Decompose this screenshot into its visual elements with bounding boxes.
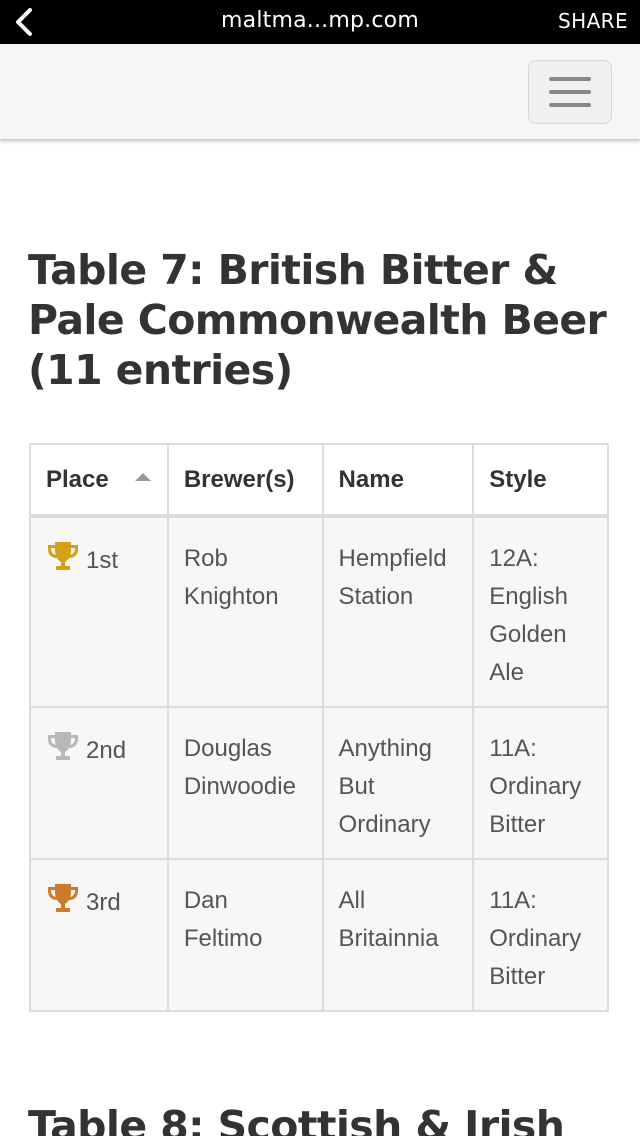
column-header-label: Name <box>338 465 404 493</box>
place-cell: 2nd <box>29 706 169 860</box>
table-header-row: Place Brewer(s) Name Style <box>29 443 609 518</box>
column-header-label: Brewer(s) <box>183 465 295 493</box>
section-title: Table 7: British Bitter & Pale Commonwea… <box>28 246 607 394</box>
column-header-place[interactable]: Place <box>29 443 169 518</box>
column-header-label: Place <box>46 465 109 493</box>
style-cell: 12A: English Golden Ale <box>472 515 609 708</box>
sort-ascending-icon <box>134 473 151 481</box>
trophy-shape <box>48 884 78 912</box>
browser-status-bar: maltma...mp.com SHARE <box>0 0 640 44</box>
column-header-name[interactable]: Name <box>321 443 475 518</box>
name-cell: Hempfield Station <box>321 515 475 708</box>
next-section-title: Table 8: Scottish & Irish <box>28 1102 565 1136</box>
place-cell: 1st <box>29 515 169 708</box>
site-navbar <box>0 44 640 140</box>
name-cell: All Britainnia <box>321 858 475 1012</box>
results-table: Place Brewer(s) Name Style 1st Rob Knigh… <box>29 443 609 1012</box>
brewer-cell: Douglas Dinwoodie <box>166 706 324 860</box>
column-header-brewer[interactable]: Brewer(s) <box>166 443 324 518</box>
column-header-style[interactable]: Style <box>472 443 609 518</box>
place-label: 1st <box>86 547 119 574</box>
column-header-label: Style <box>489 465 547 493</box>
table-row: 2nd Douglas Dinwoodie Anything But Ordin… <box>29 706 609 860</box>
share-button[interactable]: SHARE <box>558 9 628 33</box>
trophy-shape <box>48 542 78 570</box>
place-cell: 3rd <box>29 858 169 1012</box>
place-label: 3rd <box>86 889 121 916</box>
trophy-icon <box>48 884 78 912</box>
hamburger-menu-icon <box>549 90 591 94</box>
place-label: 2nd <box>86 737 127 764</box>
trophy-shape <box>48 732 78 760</box>
trophy-icon <box>48 732 78 760</box>
page-content: Table 7: British Bitter & Pale Commonwea… <box>0 141 640 1136</box>
table-row: 1st Rob Knighton Hempfield Station 12A: … <box>29 515 609 708</box>
menu-toggle-button[interactable] <box>528 60 612 124</box>
hamburger-menu-icon <box>549 77 591 81</box>
brewer-cell: Rob Knighton <box>166 515 324 708</box>
trophy-icon <box>48 542 78 570</box>
style-cell: 11A: Ordinary Bitter <box>472 858 609 1012</box>
table-row: 3rd Dan Feltimo All Britainnia 11A: Ordi… <box>29 858 609 1012</box>
name-cell: Anything But Ordinary <box>321 706 475 860</box>
browser-url[interactable]: maltma...mp.com <box>0 8 640 33</box>
hamburger-menu-icon <box>549 103 591 107</box>
style-cell: 11A: Ordinary Bitter <box>472 706 609 860</box>
brewer-cell: Dan Feltimo <box>166 858 324 1012</box>
